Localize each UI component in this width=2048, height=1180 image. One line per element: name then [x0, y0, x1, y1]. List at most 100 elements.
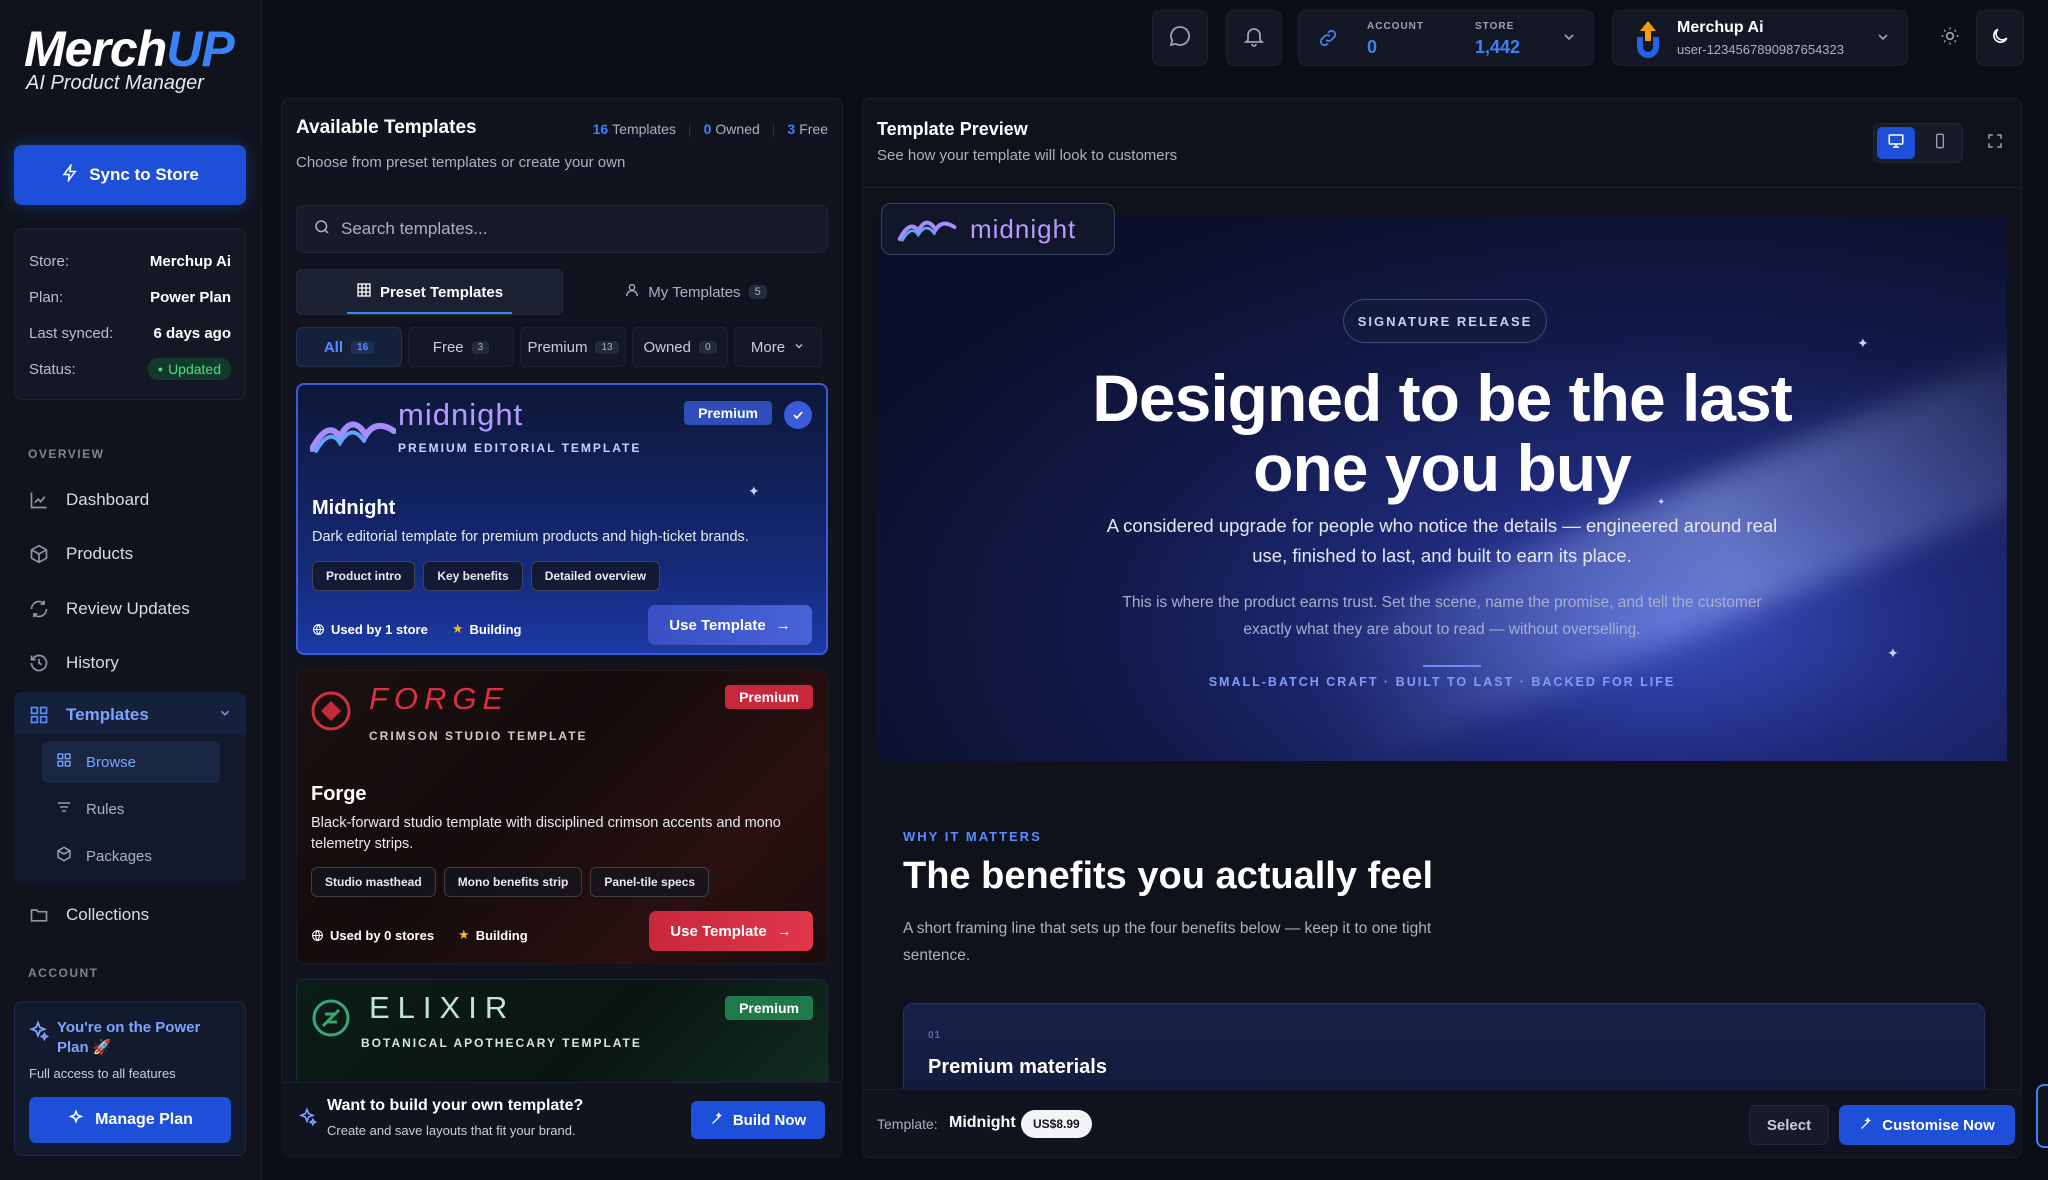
sync-label: Sync to Store: [89, 165, 199, 184]
premium-badge: Premium: [684, 401, 772, 425]
power-plan-card: You're on the Power Plan 🚀 Full access t…: [14, 1001, 246, 1156]
section-chip: Panel-tile specs: [590, 867, 710, 897]
benefit-title: Premium materials: [928, 1056, 1107, 1078]
globe-icon: [312, 623, 325, 636]
benefits-heading: The benefits you actually feel: [903, 855, 1434, 897]
nav-review-updates[interactable]: Review Updates: [14, 586, 246, 632]
status-row: Status:Updated: [29, 351, 231, 387]
premium-badge: Premium: [725, 996, 813, 1020]
tab-preset-templates[interactable]: Preset Templates: [296, 269, 563, 315]
hero-headline: Designed to be the last one you buy: [1092, 361, 1792, 505]
globe-icon: [311, 929, 324, 942]
filter-all[interactable]: All 16: [296, 327, 402, 367]
template-tabs: Preset Templates My Templates 5: [296, 269, 828, 315]
premium-badge: Premium: [725, 685, 813, 709]
power-plan-sub: Full access to all features: [29, 1066, 176, 1081]
midnight-logo-icon: [309, 407, 397, 460]
use-template-button[interactable]: Use Template →: [649, 911, 813, 951]
customise-now-button[interactable]: Customise Now: [1839, 1105, 2015, 1145]
sub-rules[interactable]: Rules: [42, 788, 220, 830]
panel-subtitle: Choose from preset templates or create y…: [296, 154, 626, 171]
use-template-button[interactable]: Use Template →: [648, 605, 812, 645]
available-templates-panel: Available Templates 16 Templates | 0 Owned…: [281, 98, 843, 1158]
grid-small-icon: [56, 752, 72, 772]
plan-row: Plan: Power Plan: [29, 288, 231, 306]
last-synced-row: Last synced: 6 days ago: [29, 324, 231, 342]
section-chip: Key benefits: [423, 561, 523, 591]
user-logo-icon: [1631, 19, 1665, 64]
filter-more[interactable]: More: [734, 327, 822, 367]
arrow-right-icon: →: [776, 922, 792, 940]
sparkles-icon: [27, 1020, 50, 1047]
desktop-view-button[interactable]: [1877, 127, 1915, 159]
sub-browse[interactable]: Browse: [42, 741, 220, 783]
search-icon: [313, 218, 331, 241]
usage-summary[interactable]: ACCOUNT 0 STORE 1,442: [1298, 10, 1594, 66]
card-description: Dark editorial template for premium prod…: [312, 529, 749, 545]
user-name: Merchup Ai: [1677, 19, 1764, 36]
filter-premium[interactable]: Premium 13: [520, 327, 626, 367]
refresh-icon: [28, 598, 50, 620]
wand-icon: [710, 1111, 725, 1130]
forge-logo-icon: [309, 689, 353, 738]
build-own-template-bar: Want to build your own template? Create …: [281, 1082, 843, 1158]
sparkles-icon: [67, 1108, 85, 1132]
notifications-button[interactable]: [1226, 10, 1282, 66]
sync-to-store-button[interactable]: Sync to Store: [14, 145, 246, 205]
card-description: Black-forward studio template with disci…: [311, 815, 781, 853]
user-menu[interactable]: Merchup Ai user-1234567890987654323: [1612, 10, 1908, 66]
chevron-down-icon: [1561, 29, 1577, 50]
filter-free[interactable]: Free 3: [408, 327, 514, 367]
tab-my-templates[interactable]: My Templates 5: [563, 269, 828, 315]
sub-packages[interactable]: Packages: [42, 835, 220, 877]
section-chip: Studio masthead: [311, 867, 436, 897]
light-mode-button[interactable]: [1924, 10, 1976, 66]
sparkle-decoration: ✦: [1887, 645, 1899, 661]
card-tagline: CRIMSON STUDIO TEMPLATE: [369, 729, 588, 743]
dark-mode-button[interactable]: [1976, 10, 2024, 66]
filter-lines-icon: [56, 799, 72, 819]
nav-products[interactable]: Products: [14, 531, 246, 577]
card-meta: Used by 0 stores ★ Building: [311, 927, 528, 943]
brand-wordmark: MerchUP: [24, 21, 235, 77]
nav-templates[interactable]: Templates: [14, 692, 246, 738]
search-input[interactable]: Search templates...: [296, 205, 828, 253]
selected-check-icon: [784, 401, 812, 429]
template-card-midnight[interactable]: midnight PREMIUM EDITORIAL TEMPLATE Prem…: [296, 383, 828, 655]
brand-logo[interactable]: MerchUP AI Product Manager: [24, 21, 235, 95]
store-info-card: Store: Merchup Ai Plan: Power Plan Last sy…: [14, 228, 246, 400]
grid-icon: [356, 282, 372, 302]
sidebar: MerchUP AI Product Manager Sync to Store…: [0, 0, 262, 1180]
messages-button[interactable]: [1152, 10, 1208, 66]
card-brand-wordmark: ELIXIR: [369, 990, 516, 1025]
build-subtitle: Create and save layouts that fit your br…: [327, 1123, 576, 1138]
build-now-button[interactable]: Build Now: [691, 1101, 825, 1139]
hero-body: This is where the product earns trust. S…: [1122, 594, 1762, 639]
card-brand-wordmark: FORGE: [369, 681, 510, 716]
status-badge: Updated: [147, 358, 231, 380]
benefits-subtitle: A short framing line that sets up the fo…: [903, 920, 1432, 965]
folder-icon: [28, 904, 50, 926]
mobile-view-button[interactable]: [1921, 127, 1959, 159]
template-stats: 16 Templates | 0 Owned | 3 Free: [592, 121, 828, 137]
user-icon: [624, 282, 640, 302]
card-title: Forge: [311, 783, 367, 805]
divider: [863, 187, 2021, 188]
footer-template-label: Template:: [877, 1116, 938, 1132]
side-panel-handle[interactable]: [2036, 1084, 2048, 1148]
nav-dashboard[interactable]: Dashboard: [14, 477, 246, 523]
user-id: user-1234567890987654323: [1677, 42, 1844, 57]
filter-owned[interactable]: Owned 0: [632, 327, 728, 367]
fullscreen-button[interactable]: [1975, 123, 2015, 163]
star-icon: ★: [451, 621, 464, 636]
template-preview-panel: Template Preview See how your template w…: [862, 98, 2022, 1158]
template-card-forge[interactable]: FORGE CRIMSON STUDIO TEMPLATE Premium Fo…: [296, 670, 828, 964]
nav-history[interactable]: History: [14, 640, 246, 686]
nav-collections[interactable]: Collections: [14, 892, 246, 938]
account-value: 0: [1367, 37, 1378, 57]
hero-tagline: SMALL-BATCH CRAFT · BUILT TO LAST · BACK…: [1208, 675, 1676, 689]
power-plan-title: You're on the Power Plan 🚀: [57, 1019, 201, 1056]
select-button[interactable]: Select: [1749, 1105, 1829, 1145]
manage-plan-button[interactable]: Manage Plan: [29, 1097, 231, 1143]
wand-icon: [1859, 1116, 1874, 1135]
